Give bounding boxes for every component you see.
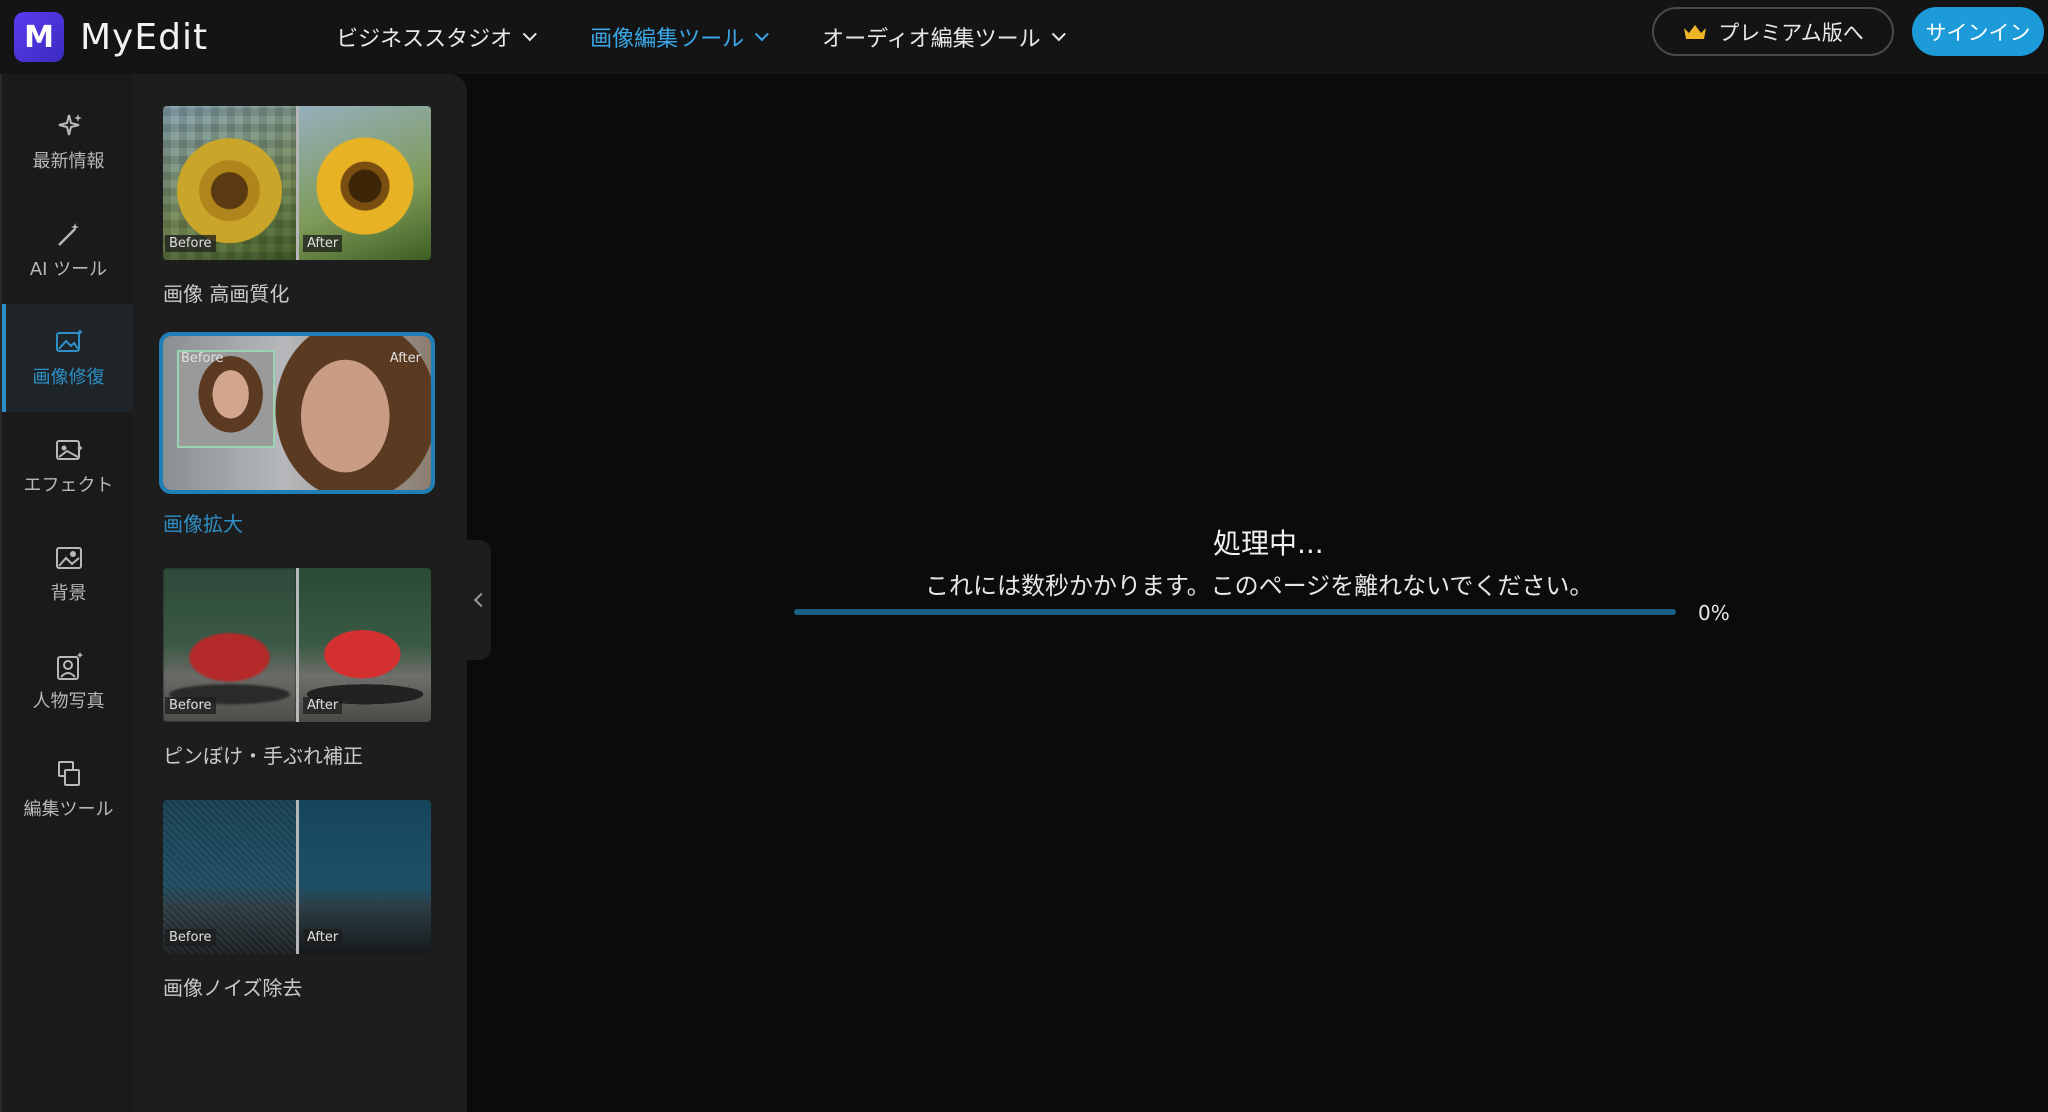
magic-wand-icon [57,223,79,246]
background-icon [55,547,82,569]
progress-bar [794,609,1676,615]
sidebar-item-edit-tools[interactable]: 編集ツール [2,736,135,844]
tool-label: 画像ノイズ除去 [163,976,303,1000]
chevron-down-icon [754,27,770,42]
sidebar-item-label: エフェクト [23,475,114,496]
logo-mark-icon: M [14,12,64,62]
crown-icon [1684,24,1707,39]
tool-card-enhance[interactable]: Before After 画像 高画質化 [163,106,435,307]
thumb-divider [296,800,299,954]
sidebar-item-label: 人物写真 [32,691,105,712]
processing-message: これには数秒かかります。このページを離れないでください。 [925,572,1594,600]
tool-label: 画像 高画質化 [163,282,290,306]
after-badge: After [303,697,343,714]
chevron-down-icon [522,27,538,42]
sidebar-item-label: 最新情報 [32,151,105,172]
before-badge: Before [165,697,216,714]
nav-label: ビジネススタジオ [336,27,513,52]
after-badge: After [303,929,343,946]
app-name: MyEdit [80,16,209,58]
nav-audio-tools[interactable]: オーディオ編集ツール [822,21,1066,53]
sidebar-item-ai-tools[interactable]: AI ツール [2,196,135,304]
tool-card-denoise[interactable]: Before After 画像ノイズ除去 [163,800,435,1001]
effect-icon [55,440,83,460]
tool-card-deblur[interactable]: Before After ピンぼけ・手ぶれ補正 [163,568,435,769]
image-repair-icon [55,329,83,352]
nav-label: オーディオ編集ツール [822,27,1041,52]
sidebar-item-latest[interactable]: 最新情報 [2,88,135,196]
before-badge: Before [181,351,224,366]
premium-label: プレミアム版へ [1718,20,1864,45]
premium-button[interactable]: プレミアム版へ [1652,7,1894,56]
sidebar-item-label: 画像修復 [32,367,105,388]
sidebar-item-portrait[interactable]: 人物写真 [2,628,135,736]
panel-collapse-button[interactable] [467,540,491,660]
sparkle-icon [58,114,82,136]
app-logo[interactable]: M MyEdit [14,12,208,62]
tool-thumbnail: Before After [163,800,431,954]
signin-button[interactable]: サインイン [1912,7,2044,56]
thumb-divider [296,568,299,722]
progress-percent: 0% [1698,601,1730,625]
sidebar-item-label: 編集ツール [23,799,114,820]
before-badge: Before [165,235,216,252]
nav-label: 画像編集ツール [590,27,745,52]
before-badge: Before [165,929,216,946]
sidebar-item-image-repair[interactable]: 画像修復 [2,304,135,412]
processing-title: 処理中... [1213,527,1324,560]
edit-tools-icon [57,761,80,786]
top-bar: M MyEdit ビジネススタジオ 画像編集ツール オーディオ編集ツール プレミ… [0,0,2048,74]
sidebar-item-label: AI ツール [29,259,108,280]
tool-thumbnail: Before After [159,332,435,494]
tool-label: ピンぼけ・手ぶれ補正 [163,744,363,768]
nav-business-studio[interactable]: ビジネススタジオ [336,21,538,53]
tool-panel: Before After 画像 高画質化 Before After 画像拡大 B… [133,74,467,1112]
after-badge: After [389,351,421,366]
tool-thumbnail: Before After [163,568,431,722]
nav-image-tools[interactable]: 画像編集ツール [590,21,770,53]
sidebar-item-label: 背景 [50,583,87,604]
tool-thumbnail: Before After [163,106,431,260]
thumb-divider [296,106,299,260]
sidebar-item-background[interactable]: 背景 [2,520,135,628]
sidebar-item-effects[interactable]: エフェクト [2,412,135,520]
tool-label: 画像拡大 [163,512,243,536]
tool-card-upscale[interactable]: Before After 画像拡大 [159,332,435,537]
sidebar: 最新情報 AI ツール 画像修復 エフェクト 背景 人物写真 編集ツール [0,74,135,1112]
chevron-left-icon [473,592,489,608]
after-badge: After [303,235,343,252]
chevron-down-icon [1051,27,1066,42]
main-nav: ビジネススタジオ 画像編集ツール オーディオ編集ツール [336,21,1119,53]
portrait-icon [56,652,83,680]
